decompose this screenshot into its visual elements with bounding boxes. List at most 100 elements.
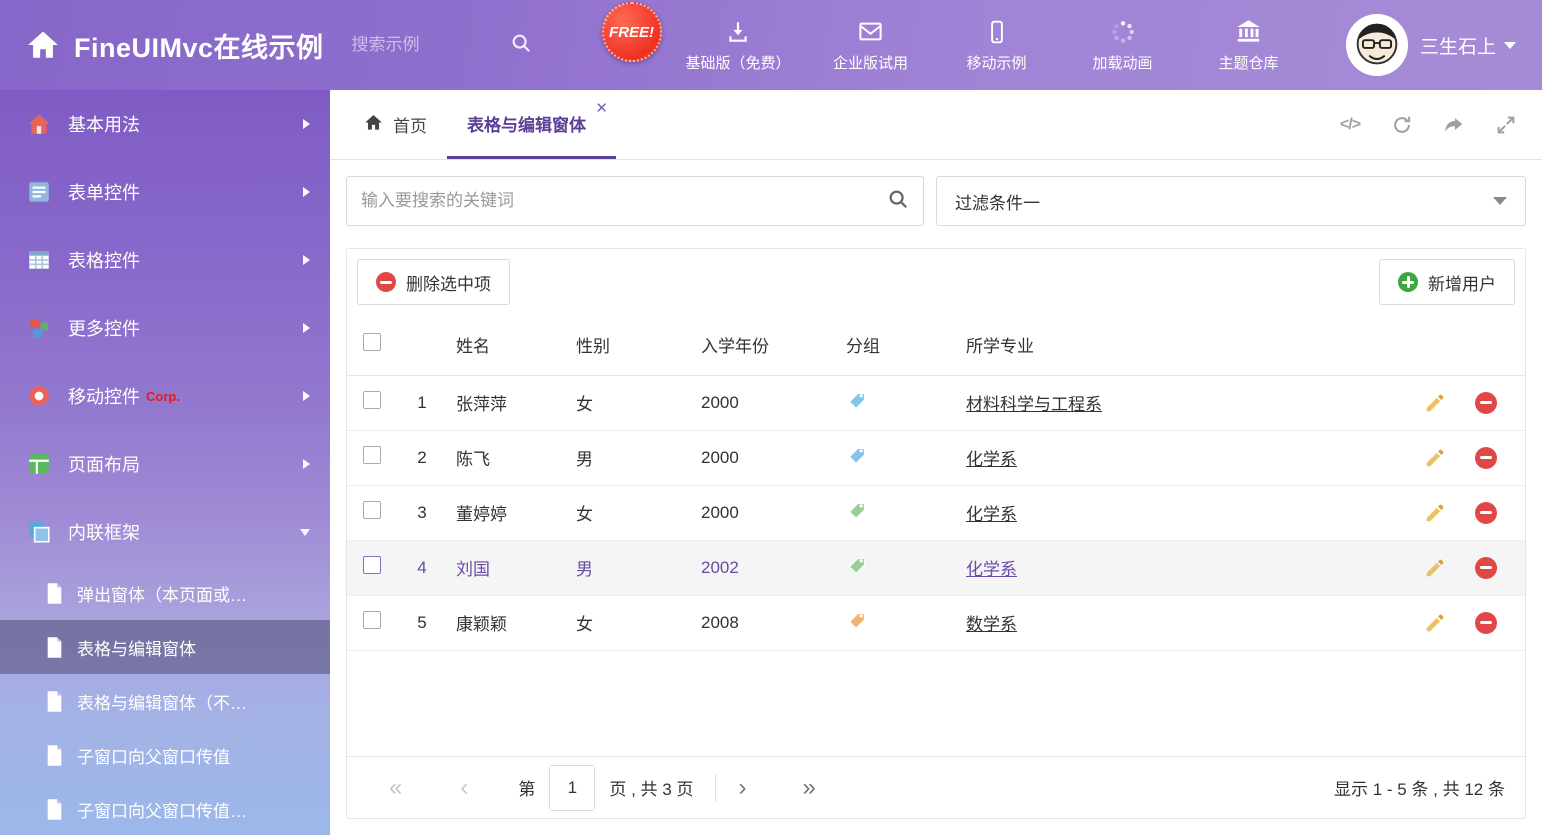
row-checkbox[interactable]	[363, 501, 381, 519]
delete-icon[interactable]	[1475, 392, 1497, 414]
row-index: 2	[392, 430, 452, 485]
download-icon	[725, 17, 751, 45]
major-link[interactable]: 化学系	[966, 450, 1017, 469]
tab-home[interactable]: 首页	[344, 90, 447, 159]
row-checkbox[interactable]	[363, 446, 381, 464]
record-count-summary: 显示 1 - 5 条 , 共 12 条	[1334, 775, 1505, 800]
home-icon	[364, 113, 383, 137]
sidebar-item-grid-controls[interactable]: 表格控件	[0, 226, 330, 294]
column-header-actions	[1410, 315, 1525, 375]
brand-home-icon[interactable]	[26, 28, 60, 62]
add-user-button[interactable]: 新增用户	[1379, 259, 1515, 305]
edit-icon[interactable]	[1424, 392, 1446, 414]
row-gender: 女	[572, 375, 697, 430]
nav-item-basic-edition[interactable]: 基础版（免费）	[686, 17, 791, 73]
nav-item-mobile-demo[interactable]: 移动示例	[951, 17, 1043, 73]
edit-icon[interactable]	[1424, 557, 1446, 579]
table-row[interactable]: 1 张萍萍 女 2000 材料科学与工程系	[347, 375, 1525, 430]
edit-icon[interactable]	[1424, 612, 1446, 634]
next-page-icon[interactable]: ›	[738, 776, 746, 800]
file-icon	[46, 691, 63, 712]
tab-actions: </>	[1338, 90, 1528, 159]
row-year: 2000	[697, 375, 842, 430]
source-code-icon[interactable]: </>	[1338, 113, 1362, 137]
sidebar-item-mobile-controls[interactable]: 移动控件 Corp.	[0, 362, 330, 430]
delete-selected-button[interactable]: 删除选中项	[357, 259, 510, 305]
table-row[interactable]: 3 董婷婷 女 2000 化学系	[347, 485, 1525, 540]
user-menu[interactable]: 三生石上	[1346, 14, 1516, 76]
home-icon	[26, 111, 52, 137]
nav-item-loading-animation[interactable]: 加载动画	[1077, 17, 1169, 73]
page: FineUIMvc在线示例 FREE! 基础版（免费） 企业版试用	[0, 0, 1542, 835]
close-icon[interactable]: ✕	[595, 101, 608, 116]
sidebar-subitem[interactable]: 子窗口向父窗口传值	[0, 728, 330, 782]
delete-icon[interactable]	[1475, 502, 1497, 524]
edit-icon[interactable]	[1424, 502, 1446, 524]
fullscreen-icon[interactable]	[1494, 113, 1518, 137]
previous-page-icon[interactable]: ‹	[460, 776, 468, 800]
sidebar-item-form-controls[interactable]: 表单控件	[0, 158, 330, 226]
nav-item-theme-store[interactable]: 主题仓库	[1203, 17, 1295, 73]
row-name: 张萍萍	[452, 375, 572, 430]
first-page-icon[interactable]: «	[389, 776, 402, 800]
nav-item-label: 企业版试用	[833, 52, 908, 73]
nav-item-enterprise-trial[interactable]: 企业版试用	[825, 17, 917, 73]
filter-dropdown[interactable]: 过滤条件一	[936, 176, 1526, 226]
major-link[interactable]: 化学系	[966, 505, 1017, 524]
last-page-icon[interactable]: »	[802, 776, 815, 800]
file-icon	[46, 745, 63, 766]
layout-icon	[26, 451, 52, 477]
header-search-input[interactable]	[352, 35, 510, 55]
delete-icon[interactable]	[1475, 612, 1497, 634]
file-icon	[46, 583, 63, 604]
envelope-icon	[857, 17, 884, 45]
share-icon[interactable]	[1442, 113, 1466, 137]
table-row[interactable]: 5 康颖颖 女 2008 数学系	[347, 595, 1525, 650]
chevron-right-icon	[303, 187, 310, 197]
form-icon	[26, 179, 52, 205]
filter-row: 过滤条件一	[346, 176, 1526, 226]
sidebar-subitem[interactable]: 子窗口向父窗口传值…	[0, 782, 330, 835]
sidebar-item-inline-frame[interactable]: 内联框架	[0, 498, 330, 566]
plus-circle-icon	[1398, 272, 1418, 292]
tab-grid-edit-window[interactable]: 表格与编辑窗体 ✕	[447, 90, 616, 159]
refresh-icon[interactable]	[1390, 113, 1414, 137]
spinner-icon	[1110, 17, 1136, 45]
edit-icon[interactable]	[1424, 447, 1446, 469]
row-checkbox[interactable]	[363, 611, 381, 629]
table-row[interactable]: 2 陈飞 男 2000 化学系	[347, 430, 1525, 485]
button-label: 新增用户	[1428, 270, 1496, 295]
select-all-checkbox[interactable]	[363, 333, 381, 351]
search-icon[interactable]	[887, 188, 909, 215]
sidebar-subitem[interactable]: 表格与编辑窗体	[0, 620, 330, 674]
sidebar-subitem[interactable]: 表格与编辑窗体（不…	[0, 674, 330, 728]
major-link[interactable]: 数学系	[966, 615, 1017, 634]
delete-icon[interactable]	[1475, 557, 1497, 579]
row-checkbox[interactable]	[363, 556, 381, 574]
sidebar-subitem-label: 表格与编辑窗体（不…	[77, 689, 247, 714]
row-year: 2000	[697, 485, 842, 540]
row-year: 2002	[697, 540, 842, 595]
row-name: 董婷婷	[452, 485, 572, 540]
table-icon	[26, 247, 52, 273]
major-link[interactable]: 材料科学与工程系	[966, 395, 1102, 414]
sidebar-item-basic-usage[interactable]: 基本用法	[0, 90, 330, 158]
grid-toolbar: 删除选中项 新增用户	[347, 249, 1525, 315]
sidebar-subitem[interactable]: 弹出窗体（本页面或…	[0, 566, 330, 620]
delete-icon[interactable]	[1475, 447, 1497, 469]
row-checkbox[interactable]	[363, 391, 381, 409]
sidebar-item-page-layout[interactable]: 页面布局	[0, 430, 330, 498]
chevron-right-icon	[303, 255, 310, 265]
sidebar-submenu: 弹出窗体（本页面或… 表格与编辑窗体 表格与编辑窗体（不…	[0, 566, 330, 835]
keyword-search-input[interactable]	[361, 191, 887, 211]
chevron-right-icon	[303, 119, 310, 129]
chevron-right-icon	[303, 323, 310, 333]
column-header-index	[392, 315, 452, 375]
sidebar-item-more-controls[interactable]: 更多控件	[0, 294, 330, 362]
column-header-gender: 性别	[572, 315, 697, 375]
button-label: 删除选中项	[406, 270, 491, 295]
page-number-input[interactable]: 1	[549, 765, 595, 811]
table-row[interactable]: 4 刘国 男 2002 化学系	[347, 540, 1525, 595]
search-icon[interactable]	[510, 32, 532, 59]
major-link[interactable]: 化学系	[966, 560, 1017, 579]
